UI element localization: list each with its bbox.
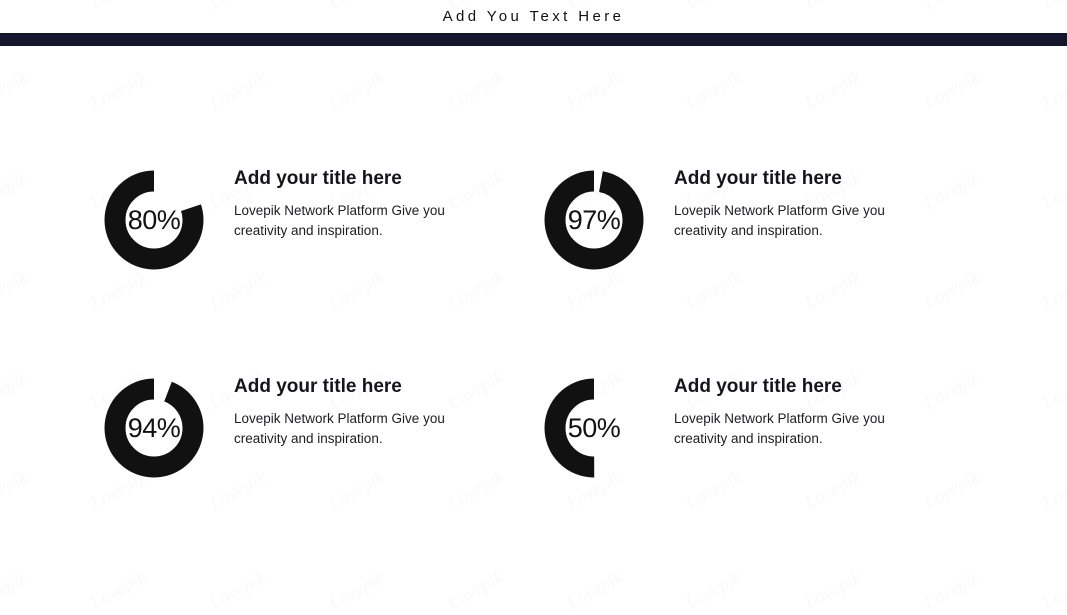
stat-description: Lovepik Network Platform Give you creati… bbox=[234, 411, 445, 446]
stat-text-block: Add your title here Lovepik Network Plat… bbox=[674, 150, 924, 240]
stat-item[interactable]: 50% Add your title here Lovepik Network … bbox=[540, 358, 924, 482]
stat-description: Lovepik Network Platform Give you creati… bbox=[674, 411, 885, 446]
donut-chart: 94% bbox=[100, 374, 208, 482]
donut-chart: 80% bbox=[100, 166, 208, 274]
stat-text-block: Add your title here Lovepik Network Plat… bbox=[674, 358, 924, 448]
stat-description: Lovepik Network Platform Give you creati… bbox=[234, 203, 445, 238]
donut-chart: 97% bbox=[540, 166, 648, 274]
header-divider-bar bbox=[0, 33, 1067, 46]
stat-description: Lovepik Network Platform Give you creati… bbox=[674, 203, 885, 238]
stat-title: Add your title here bbox=[674, 168, 842, 189]
donut-chart: 50% bbox=[540, 374, 648, 482]
stat-item[interactable]: 80% Add your title here Lovepik Network … bbox=[100, 150, 484, 274]
stats-grid: 80% Add your title here Lovepik Network … bbox=[0, 130, 1067, 530]
stat-title: Add your title here bbox=[674, 376, 842, 397]
donut-value-label: 80% bbox=[127, 204, 181, 235]
page-title: Add You Text Here bbox=[442, 8, 625, 25]
donut-value-label: 50% bbox=[567, 412, 621, 443]
donut-value-label: 94% bbox=[127, 412, 181, 443]
stat-item[interactable]: 94% Add your title here Lovepik Network … bbox=[100, 358, 484, 482]
stat-title: Add your title here bbox=[234, 168, 402, 189]
stat-title: Add your title here bbox=[234, 376, 402, 397]
slide-canvas: Add You Text Here 80% Add your title her… bbox=[0, 0, 1067, 600]
stat-text-block: Add your title here Lovepik Network Plat… bbox=[234, 150, 484, 240]
stat-text-block: Add your title here Lovepik Network Plat… bbox=[234, 358, 484, 448]
donut-value-label: 97% bbox=[567, 204, 621, 235]
stat-item[interactable]: 97% Add your title here Lovepik Network … bbox=[540, 150, 924, 274]
